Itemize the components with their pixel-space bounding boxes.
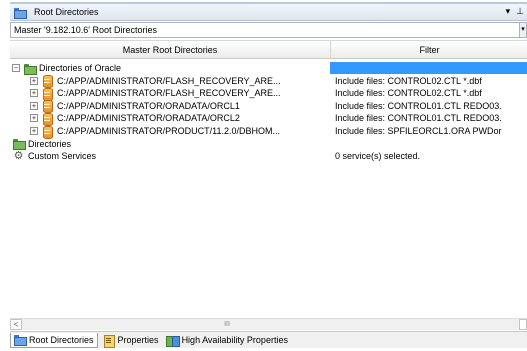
database-icon bbox=[41, 125, 54, 139]
tree-row-filter: Include files: SPFILEORCL1.ORA PWDor bbox=[335, 126, 502, 136]
tree-row[interactable]: + C:/APP/ADMINISTRATOR/ORADATA/ORCL1 Inclu… bbox=[10, 100, 527, 114]
database-icon bbox=[41, 75, 54, 89]
folder-icon bbox=[23, 63, 37, 75]
expand-icon[interactable]: + bbox=[30, 89, 38, 98]
tree-row[interactable]: − Directories of Oracle bbox=[10, 62, 527, 75]
root-directories-tree: − Directories of Oracle + C:/APP/ADMINISTRA… bbox=[10, 60, 527, 347]
column-header-filter[interactable]: Filter bbox=[332, 41, 527, 59]
tree-row-name: + C:/APP/ADMINISTRATOR/FLASH_RECOVERY_ARE… bbox=[30, 87, 281, 101]
tree-row-filter: Include files: CONTROL02.CTL *.dbf bbox=[335, 88, 482, 99]
tree-row-name: ⚙ Custom Services bbox=[12, 150, 96, 162]
high-availability-icon bbox=[165, 335, 180, 347]
column-header-name[interactable]: Master Root Directories bbox=[10, 41, 331, 59]
tree-row-label: Directories bbox=[28, 138, 72, 149]
properties-icon bbox=[102, 334, 115, 348]
tree-row-filter bbox=[335, 138, 527, 150]
scroll-right-button[interactable] bbox=[519, 319, 527, 330]
dropdown-arrow-icon[interactable]: ▾ bbox=[506, 6, 511, 17]
collapse-icon[interactable]: − bbox=[12, 64, 20, 72]
folder-icon bbox=[13, 334, 27, 346]
expand-icon[interactable]: + bbox=[30, 76, 38, 85]
folder-icon bbox=[12, 138, 26, 151]
tree-row-name: + C:/APP/ADMINISTRATOR/FLASH_RECOVERY_ARE… bbox=[30, 75, 281, 89]
tree-row-label: C:/APP/ADMINISTRATOR/ORADATA/ORCL1 bbox=[57, 100, 240, 111]
tree-row-label: C:/APP/ADMINISTRATOR/PRODUCT/11.2.0/DBHO… bbox=[57, 126, 281, 136]
scroll-left-button[interactable]: < bbox=[10, 319, 22, 330]
tree-row[interactable]: + C:/APP/ADMINISTRATOR/FLASH_RECOVERY_ARE… bbox=[10, 87, 527, 101]
panel-controls: ▾ ⊥ bbox=[506, 6, 524, 17]
tree-row-label: C:/APP/ADMINISTRATOR/FLASH_RECOVERY_ARE.… bbox=[57, 75, 281, 86]
expand-icon[interactable]: + bbox=[30, 127, 38, 135]
pin-icon[interactable]: ⊥ bbox=[516, 6, 524, 17]
master-select-value: Master '9.182.10.6' Root Directories bbox=[14, 25, 158, 35]
horizontal-scrollbar[interactable]: < III bbox=[10, 318, 527, 330]
tab-properties[interactable]: Properties bbox=[100, 333, 162, 348]
tab-label: Root Directories bbox=[29, 334, 94, 345]
tab-high-availability-properties[interactable]: High Availability Properties bbox=[164, 333, 291, 348]
tree-row-name: + C:/APP/ADMINISTRATOR/ORADATA/ORCL2 bbox=[30, 112, 240, 126]
master-select[interactable]: Master '9.182.10.6' Root Directories ▾ bbox=[10, 22, 527, 38]
tab-root-directories[interactable]: Root Directories bbox=[10, 332, 98, 348]
panel-title: Root Directories bbox=[34, 7, 99, 17]
tree-row-name: + C:/APP/ADMINISTRATOR/ORADATA/ORCL1 bbox=[30, 100, 240, 114]
bottom-tab-bar: Root Directories Properties High Availab… bbox=[10, 331, 527, 348]
tree-row-name: + C:/APP/ADMINISTRATOR/PRODUCT/11.2.0/DBH… bbox=[30, 125, 281, 139]
tree-row-filter: 0 service(s) selected. bbox=[335, 151, 421, 162]
column-header: Master Root Directories Filter bbox=[10, 40, 527, 59]
tree-row-label: C:/APP/ADMINISTRATOR/ORADATA/ORCL2 bbox=[57, 113, 240, 124]
tree-row-name: Directories bbox=[12, 138, 72, 151]
tree-row[interactable]: Directories bbox=[10, 138, 527, 151]
tree-row-filter: Include files: CONTROL01.CTL REDO03. bbox=[335, 113, 502, 124]
database-icon bbox=[41, 87, 54, 101]
tree-row[interactable]: + C:/APP/ADMINISTRATOR/FLASH_RECOVERY_ARE… bbox=[10, 75, 527, 89]
gear-icon: ⚙ bbox=[13, 149, 24, 162]
tree-row[interactable]: + C:/APP/ADMINISTRATOR/ORADATA/ORCL2 Inclu… bbox=[10, 112, 527, 126]
expand-icon[interactable]: + bbox=[30, 101, 38, 110]
database-icon bbox=[41, 112, 54, 126]
tree-row[interactable]: ⚙ Custom Services 0 service(s) selected. bbox=[10, 150, 527, 162]
scroll-thumb[interactable]: III bbox=[220, 321, 234, 329]
tree-row-label: Directories of Oracle bbox=[39, 63, 122, 73]
expand-icon[interactable]: + bbox=[30, 114, 38, 123]
tab-label: High Availability Properties bbox=[181, 335, 288, 345]
tree-row-filter: Include files: CONTROL02.CTL *.dbf bbox=[335, 75, 482, 86]
tree-row-name: − Directories of Oracle bbox=[12, 62, 122, 75]
tree-row-filter bbox=[335, 62, 527, 74]
database-icon bbox=[41, 100, 54, 114]
folder-icon bbox=[13, 7, 27, 19]
tree-row-filter: Include files: CONTROL01.CTL REDO03. bbox=[335, 100, 502, 111]
tree-row-label: Custom Services bbox=[28, 151, 97, 162]
chevron-down-icon[interactable]: ▾ bbox=[519, 23, 526, 37]
tab-label: Properties bbox=[117, 335, 159, 345]
tree-row-label: C:/APP/ADMINISTRATOR/FLASH_RECOVERY_ARE.… bbox=[57, 88, 281, 99]
tree-row[interactable]: + C:/APP/ADMINISTRATOR/PRODUCT/11.2.0/DBH… bbox=[10, 125, 527, 139]
panel-title-bar: Root Directories ▾ ⊥ bbox=[10, 2, 527, 21]
